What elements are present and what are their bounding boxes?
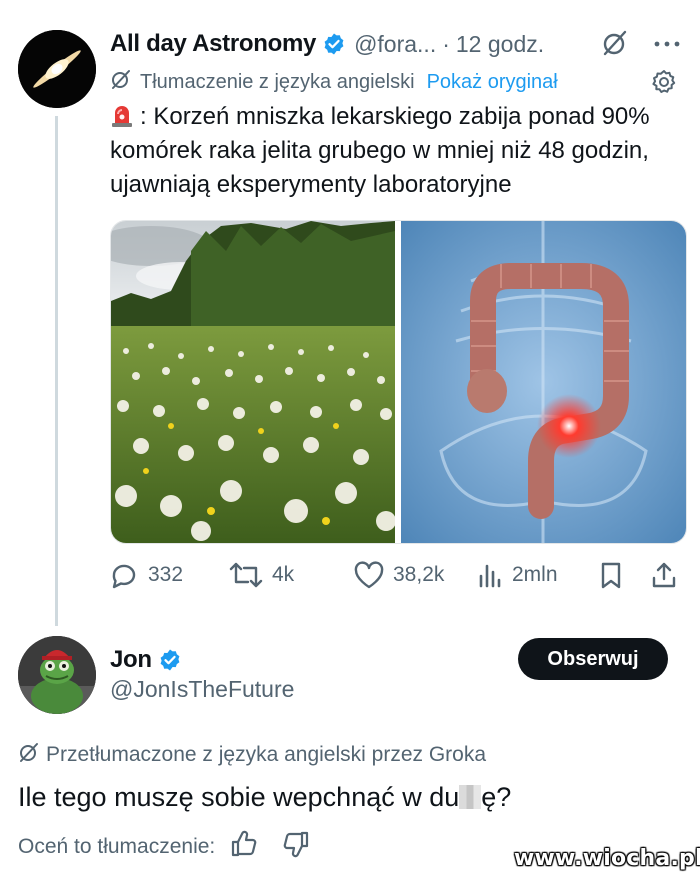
translation-label: Tłumaczenie z języka angielski — [140, 70, 415, 93]
thread-connector-line — [55, 116, 58, 626]
rate-translation-label: Oceń to tłumaczenie: — [18, 835, 216, 858]
dandelion-meadow-photo[interactable] — [111, 221, 395, 543]
translation-notice: Tłumaczenie z języka angielski Pokaż ory… — [110, 66, 558, 98]
views-button[interactable]: 2mln — [478, 558, 558, 592]
reply-body: Ile tego muszę sobie wepchnąć w du ę? — [18, 782, 511, 813]
reply-button[interactable]: 332 — [108, 558, 183, 592]
views-count: 2mln — [512, 563, 558, 586]
views-icon — [479, 564, 501, 588]
like-count: 38,2k — [393, 563, 445, 586]
verified-badge-icon — [322, 32, 346, 56]
repost-count: 4k — [272, 563, 295, 586]
translate-icon — [18, 741, 40, 769]
settings-icon[interactable] — [650, 68, 678, 96]
reply-text-end: ę? — [481, 782, 512, 812]
colon-illustration[interactable] — [401, 221, 686, 543]
author-avatar[interactable] — [18, 30, 96, 108]
site-watermark: www.wiocha.pl — [514, 846, 700, 871]
thumbs-down-icon[interactable] — [281, 830, 311, 864]
bookmark-icon — [601, 562, 621, 589]
reply-author-avatar[interactable] — [18, 636, 96, 714]
bookmark-button[interactable] — [598, 558, 624, 592]
grok-translation-notice: Przetłumaczone z języka angielski przez … — [18, 740, 486, 770]
share-button[interactable] — [650, 558, 678, 592]
siren-emoji-icon — [110, 102, 134, 128]
reply-author-name[interactable]: Jon — [110, 646, 152, 674]
like-icon — [354, 561, 384, 589]
tweet-body: : Korzeń mniszka lekarskiego zabija pona… — [110, 100, 685, 202]
tweet-text: : Korzeń mniszka lekarskiego zabija pona… — [110, 103, 650, 198]
tweet-action-bar: 332 4k 38,2k 2mln — [108, 558, 688, 592]
more-icon[interactable] — [652, 36, 682, 54]
author-name[interactable]: All day Astronomy — [110, 30, 316, 58]
separator-dot: · — [442, 30, 450, 57]
translate-icon — [110, 68, 132, 96]
like-button[interactable]: 38,2k — [353, 558, 444, 592]
tweet-header: All day Astronomy @fora... · 12 godz. — [110, 26, 544, 62]
author-handle[interactable]: @fora... — [354, 31, 436, 58]
reply-count: 332 — [148, 563, 184, 586]
tweet-media[interactable] — [110, 220, 687, 544]
follow-button[interactable]: Obserwuj — [518, 638, 668, 680]
repost-button[interactable]: 4k — [228, 558, 294, 592]
grok-translation-label: Przetłumaczone z języka angielski przez … — [46, 743, 487, 766]
show-original-link[interactable]: Pokaż oryginał — [427, 71, 558, 94]
thumbs-up-icon[interactable] — [229, 830, 259, 864]
reply-author-handle[interactable]: @JonIsTheFuture — [110, 676, 294, 703]
repost-icon — [229, 562, 263, 588]
reply-author-row: Jon — [110, 642, 190, 678]
verified-badge-icon — [158, 648, 182, 672]
rate-translation-row: Oceń to tłumaczenie: — [18, 830, 311, 864]
reply-icon — [112, 564, 136, 589]
share-icon — [652, 562, 676, 588]
censored-pixelation — [459, 785, 482, 809]
tweet-header-actions — [600, 28, 682, 62]
reply-text-start: Ile tego muszę sobie wepchnąć w du — [18, 782, 460, 812]
grok-icon[interactable] — [600, 28, 630, 63]
tweet-time[interactable]: 12 godz. — [456, 31, 544, 58]
